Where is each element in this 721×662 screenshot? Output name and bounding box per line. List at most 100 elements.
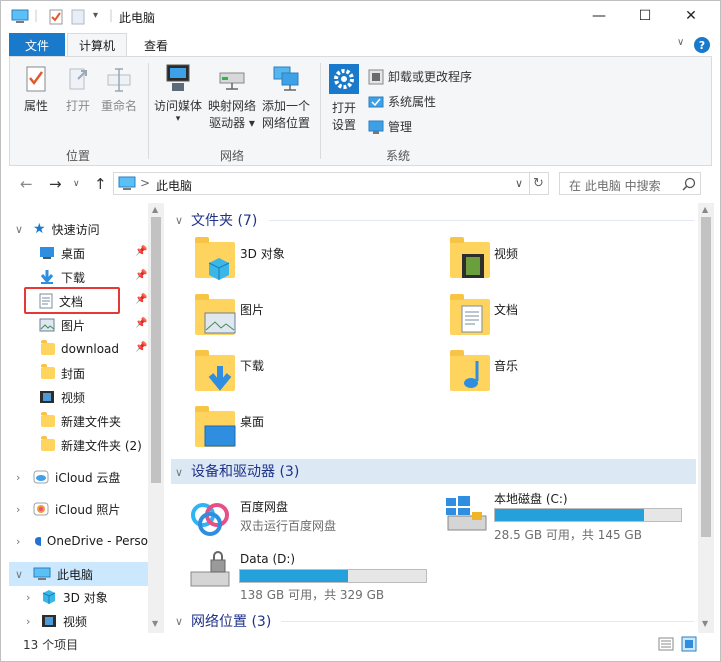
collapse-chevron-icon[interactable]: ∨ (15, 568, 23, 581)
pin-icon[interactable]: 📌 (135, 294, 147, 305)
section-divider (269, 220, 694, 221)
drive-c-usage-fill (495, 509, 645, 521)
nav-item-cover[interactable]: 封面 (41, 362, 148, 384)
expand-chevron-icon[interactable]: › (16, 535, 20, 548)
nav-item-new-folder[interactable]: 新建文件夹 (41, 410, 148, 432)
nav-videos-pc[interactable]: 视频 (41, 610, 148, 632)
collapse-chevron-icon[interactable]: ∨ (175, 214, 183, 227)
path-separator-icon[interactable]: > (140, 176, 150, 190)
open-button[interactable]: 打开 (60, 65, 96, 115)
nav-item-desktop[interactable]: 桌面 (39, 242, 148, 264)
nav-this-pc[interactable]: 此电脑 (33, 563, 148, 585)
highlight-box (24, 287, 120, 314)
network-group-label: 网络 (220, 149, 245, 163)
nav-scrollbar[interactable]: ▲ ▼ (148, 203, 164, 633)
maximize-button[interactable]: ☐ (622, 1, 668, 31)
section-divider (281, 621, 694, 622)
tab-file[interactable]: 文件 (9, 33, 65, 57)
nav-item-downloads[interactable]: 下载 (39, 266, 148, 288)
scroll-down-icon[interactable]: ▼ (702, 619, 708, 628)
device-subtitle: 双击运行百度网盘 (240, 519, 337, 533)
large-icons-view-icon[interactable] (681, 636, 697, 652)
access-media-label: 访问媒体 (153, 99, 202, 113)
address-dropdown-icon[interactable]: ∨ (515, 177, 523, 190)
rename-button[interactable]: 重命名 (98, 65, 140, 115)
folders-section-header[interactable]: 文件夹 (7) (191, 208, 257, 232)
nav-3d-objects[interactable]: 3D 对象 (41, 586, 148, 608)
expand-chevron-icon[interactable]: › (16, 503, 20, 516)
scroll-thumb[interactable] (701, 217, 711, 537)
path-segment[interactable]: 此电脑 (156, 177, 192, 194)
uninstall-button[interactable]: 卸载或更改程序 (368, 68, 472, 85)
back-button[interactable]: ← (20, 175, 33, 193)
manage-icon (368, 120, 384, 134)
nav-icloud-photos[interactable]: iCloud 照片 (33, 498, 148, 520)
devices-section-header[interactable]: 设备和驱动器 (3) (191, 459, 299, 483)
main-scrollbar[interactable]: ▲ ▼ (698, 203, 714, 633)
open-label: 打开 (65, 99, 90, 113)
minimize-button[interactable]: — (576, 1, 622, 31)
details-view-icon[interactable] (658, 637, 674, 651)
nav-icloud-photos-label: iCloud 照片 (55, 502, 121, 517)
address-bar[interactable]: > 此电脑 ∨ (113, 172, 530, 195)
recent-locations-icon[interactable]: ∨ (73, 179, 80, 189)
device-name: 百度网盘 (240, 500, 289, 514)
system-properties-button[interactable]: 系统属性 (368, 93, 436, 110)
system-properties-icon (368, 96, 384, 107)
expand-chevron-icon[interactable]: ∨ (175, 615, 183, 628)
map-network-drive-button[interactable]: 映射网络 驱动器 ▾ (206, 63, 258, 132)
new-folder-qat-icon[interactable] (71, 9, 85, 25)
pin-icon[interactable]: 📌 (135, 270, 147, 281)
nav-item-label: download (61, 342, 120, 356)
nav-item-label: 下载 (61, 270, 86, 285)
computer-icon (33, 567, 51, 580)
collapse-chevron-icon[interactable]: ∨ (15, 223, 23, 236)
expand-chevron-icon[interactable]: › (26, 615, 30, 628)
scroll-up-icon[interactable]: ▲ (702, 205, 708, 214)
nav-item-videos[interactable]: 视频 (39, 386, 148, 408)
scroll-down-icon[interactable]: ▼ (152, 619, 158, 628)
drive-free-space: 28.5 GB 可用，共 145 GB (494, 528, 642, 542)
nav-item-pictures[interactable]: 图片 (39, 314, 148, 336)
nav-onedrive-label: OneDrive - Perso (46, 534, 148, 548)
nav-onedrive[interactable]: OneDrive - Perso (33, 530, 148, 552)
window-title: 此电脑 (119, 11, 156, 25)
title-divider-2: | (109, 8, 114, 22)
add-network-location-button[interactable]: 添加一个 网络位置 (260, 63, 312, 132)
properties-qat-icon[interactable] (48, 9, 64, 25)
onedrive-cloud-icon (35, 537, 41, 546)
qat-dropdown-icon[interactable]: ▾ (93, 10, 98, 21)
picture-icon (204, 312, 236, 334)
search-box[interactable]: 在 此电脑 中搜索 (559, 172, 701, 195)
uninstall-label: 卸载或更改程序 (388, 70, 473, 84)
folder-label: 视频 (494, 247, 519, 261)
up-button[interactable]: ↑ (94, 175, 107, 193)
forward-button[interactable]: → (49, 175, 62, 193)
close-button[interactable]: ✕ (668, 1, 714, 31)
open-settings-button[interactable]: 打开 设置 (324, 63, 364, 134)
nav-quick-access[interactable]: ★ 快速访问 (33, 218, 148, 240)
nav-item-download-folder[interactable]: download (41, 338, 148, 360)
manage-button[interactable]: 管理 (368, 118, 412, 135)
pin-icon[interactable]: 📌 (135, 318, 147, 329)
help-icon[interactable]: ? (694, 37, 710, 53)
scroll-up-icon[interactable]: ▲ (152, 205, 158, 214)
expand-chevron-icon[interactable]: › (16, 471, 20, 484)
tab-computer[interactable]: 计算机 (67, 33, 127, 57)
nav-item-label: 新建文件夹 (2) (61, 438, 142, 453)
nav-item-new-folder-2[interactable]: 新建文件夹 (2) (41, 434, 148, 456)
pin-icon[interactable]: 📌 (135, 342, 147, 353)
expand-ribbon-icon[interactable]: ∨ (677, 37, 684, 48)
download-arrow-icon (40, 270, 54, 284)
collapse-chevron-icon[interactable]: ∨ (175, 466, 183, 479)
network-section-header[interactable]: 网络位置 (3) (191, 609, 271, 633)
pin-icon[interactable]: 📌 (135, 246, 147, 257)
expand-chevron-icon[interactable]: › (26, 591, 30, 604)
tab-view[interactable]: 查看 (133, 33, 179, 57)
properties-label: 属性 (23, 99, 48, 113)
scroll-thumb[interactable] (151, 217, 161, 483)
access-media-button[interactable]: 访问媒体 ▾ (152, 63, 204, 124)
refresh-button[interactable]: ↻ (529, 172, 549, 195)
properties-button[interactable]: 属性 (16, 65, 56, 115)
nav-icloud-drive[interactable]: iCloud 云盘 (33, 466, 148, 488)
